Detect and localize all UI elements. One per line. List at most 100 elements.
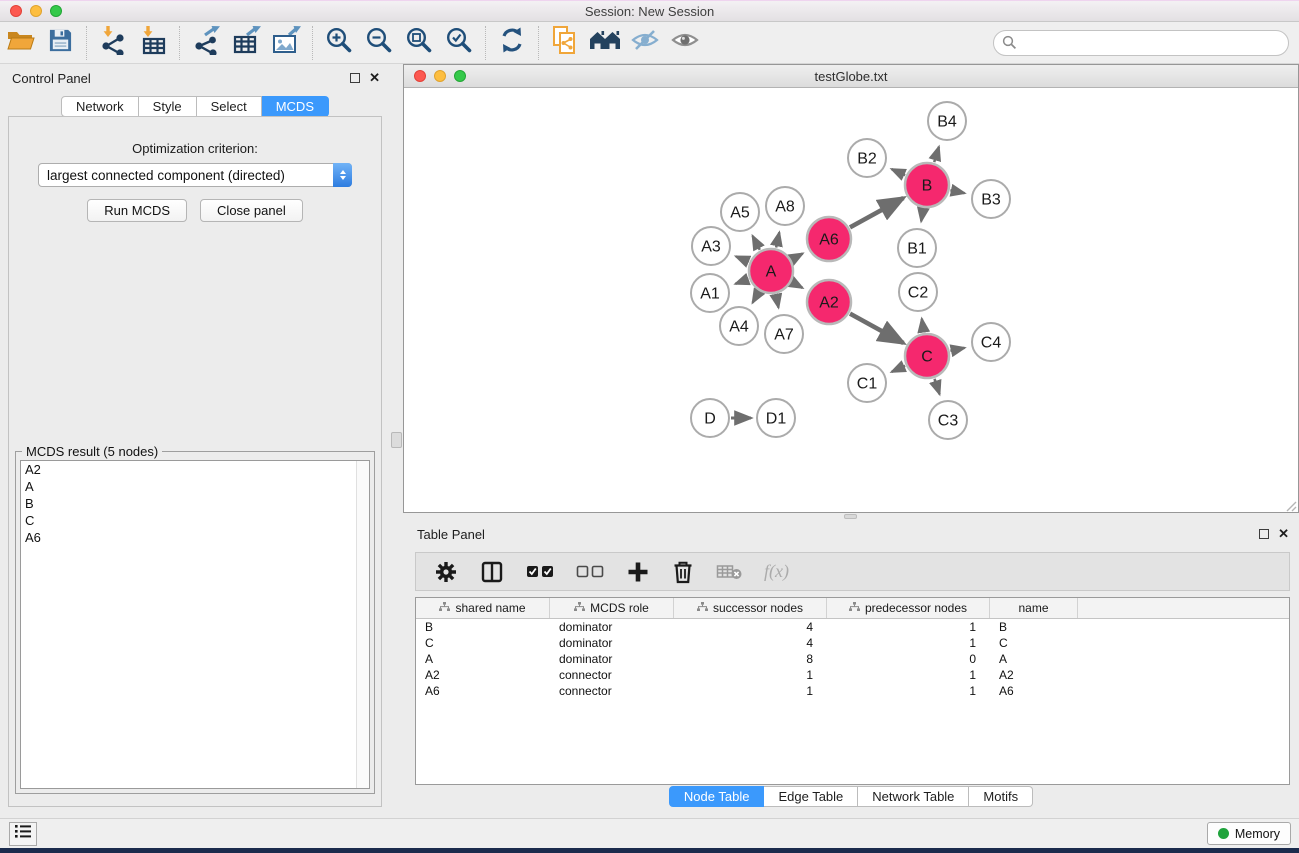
tab-select[interactable]: Select [197, 96, 262, 117]
edge-A-A8[interactable] [776, 232, 779, 247]
graph-node-B3[interactable]: B3 [972, 180, 1010, 218]
zoom-in-button[interactable] [319, 25, 359, 61]
graph-node-D[interactable]: D [691, 399, 729, 437]
column-header-successor-nodes[interactable]: successor nodes [674, 598, 827, 618]
edge-B-B3[interactable] [950, 190, 964, 193]
zoom-fit-button[interactable] [399, 25, 439, 61]
graph-node-C[interactable]: C [905, 334, 949, 378]
criterion-dropdown[interactable]: largest connected component (directed) [38, 163, 352, 187]
network-document-button[interactable] [545, 25, 585, 61]
result-item[interactable]: A2 [21, 461, 369, 478]
run-mcds-button[interactable]: Run MCDS [87, 199, 187, 222]
float-panel-icon[interactable] [350, 73, 360, 83]
task-history-button[interactable] [9, 822, 37, 846]
graph-node-A5[interactable]: A5 [721, 193, 759, 231]
edge-B-B2[interactable] [892, 169, 906, 175]
graph-node-B4[interactable]: B4 [928, 102, 966, 140]
edge-B-B1[interactable] [921, 209, 923, 222]
tab-mcds[interactable]: MCDS [262, 96, 329, 117]
add-column-plus-icon[interactable] [626, 560, 650, 584]
graph-node-C2[interactable]: C2 [899, 273, 937, 311]
resize-corner-icon[interactable] [1285, 499, 1297, 511]
edge-A2-C[interactable] [850, 314, 903, 343]
graph-node-B[interactable]: B [905, 163, 949, 207]
graph-node-A3[interactable]: A3 [692, 227, 730, 265]
table-tab-network-table[interactable]: Network Table [858, 786, 969, 807]
result-item[interactable]: A [21, 478, 369, 495]
table-row[interactable]: Bdominator41B [416, 619, 1289, 635]
close-panel-button[interactable]: Close panel [200, 199, 303, 222]
tab-style[interactable]: Style [139, 96, 197, 117]
edge-C-C1[interactable] [892, 366, 906, 372]
graph-node-A6[interactable]: A6 [807, 217, 851, 261]
node-table[interactable]: shared nameMCDS rolesuccessor nodesprede… [415, 597, 1290, 785]
float-table-panel-icon[interactable] [1259, 529, 1269, 539]
result-item[interactable]: A6 [21, 529, 369, 546]
tab-network[interactable]: Network [61, 96, 139, 117]
open-session-button[interactable] [0, 25, 40, 61]
column-header-name[interactable]: name [990, 598, 1078, 618]
graph-node-C1[interactable]: C1 [848, 364, 886, 402]
table-tab-node-table[interactable]: Node Table [669, 786, 765, 807]
deselect-all-boxes-icon[interactable] [576, 564, 604, 579]
edge-A-A6[interactable] [792, 254, 803, 260]
result-item[interactable]: C [21, 512, 369, 529]
graph-node-A7[interactable]: A7 [765, 315, 803, 353]
edge-C-C4[interactable] [950, 348, 964, 351]
table-row[interactable]: Adominator80A [416, 651, 1289, 667]
table-row[interactable]: A6connector11A6 [416, 683, 1289, 699]
graph-node-B2[interactable]: B2 [848, 139, 886, 177]
refresh-view-button[interactable] [492, 25, 532, 61]
export-network-button[interactable] [186, 25, 226, 61]
column-header-MCDS-role[interactable]: MCDS role [550, 598, 674, 618]
export-image-button[interactable] [266, 25, 306, 61]
import-network-button[interactable] [93, 25, 133, 61]
table-settings-gear-icon[interactable] [434, 560, 458, 584]
network-canvas-svg[interactable]: B4 B2 B B3 A8A5 A6 A3 B1 A C2 A1 A2 A4A7 C4 C C1 C3 D D1 [404, 88, 1298, 512]
home-layout-button[interactable] [585, 25, 625, 61]
graph-node-A2[interactable]: A2 [807, 280, 851, 324]
mcds-result-list[interactable]: A2ABCA6 [20, 460, 370, 789]
edge-A-A3[interactable] [736, 256, 749, 261]
close-table-panel-icon[interactable]: ✕ [1278, 529, 1289, 539]
edge-B-B4[interactable] [934, 147, 939, 162]
select-all-checks-icon[interactable] [526, 564, 554, 579]
edge-A-A5[interactable] [753, 236, 760, 250]
horizontal-split-handle[interactable] [844, 514, 857, 519]
function-builder-fx-icon[interactable]: f(x) [764, 561, 789, 582]
result-scrollbar[interactable] [356, 461, 369, 788]
graph-node-A1[interactable]: A1 [691, 274, 729, 312]
export-table-button[interactable] [226, 25, 266, 61]
show-all-button[interactable] [665, 25, 705, 61]
search-input[interactable] [993, 30, 1289, 56]
graph-node-D1[interactable]: D1 [757, 399, 795, 437]
zoom-selected-button[interactable] [439, 25, 479, 61]
edge-C-C3[interactable] [935, 379, 940, 395]
graph-node-A4[interactable]: A4 [720, 307, 758, 345]
graph-node-C3[interactable]: C3 [929, 401, 967, 439]
graph-node-A[interactable]: A [749, 249, 793, 293]
table-row[interactable]: A2connector11A2 [416, 667, 1289, 683]
edge-A-A2[interactable] [792, 282, 802, 288]
import-table-button[interactable] [133, 25, 173, 61]
column-header-shared-name[interactable]: shared name [416, 598, 550, 618]
delete-table-icon[interactable] [716, 563, 742, 581]
close-panel-icon[interactable]: ✕ [369, 73, 380, 83]
edge-A-A1[interactable] [735, 279, 748, 284]
edge-A6-B[interactable] [850, 198, 903, 227]
vertical-split-handle[interactable] [391, 432, 402, 448]
graph-node-B1[interactable]: B1 [898, 229, 936, 267]
column-header-predecessor-nodes[interactable]: predecessor nodes [827, 598, 990, 618]
memory-button[interactable]: Memory [1207, 822, 1291, 845]
table-tab-edge-table[interactable]: Edge Table [764, 786, 858, 807]
graph-node-C4[interactable]: C4 [972, 323, 1010, 361]
split-columns-icon[interactable] [480, 560, 504, 584]
table-tab-motifs[interactable]: Motifs [969, 786, 1033, 807]
result-item[interactable]: B [21, 495, 369, 512]
graph-node-A8[interactable]: A8 [766, 187, 804, 225]
table-row[interactable]: Cdominator41C [416, 635, 1289, 651]
delete-column-trash-icon[interactable] [672, 560, 694, 584]
edge-A-A7[interactable] [776, 295, 779, 308]
edge-A-A4[interactable] [753, 292, 759, 303]
edge-C-C2[interactable] [922, 319, 924, 333]
